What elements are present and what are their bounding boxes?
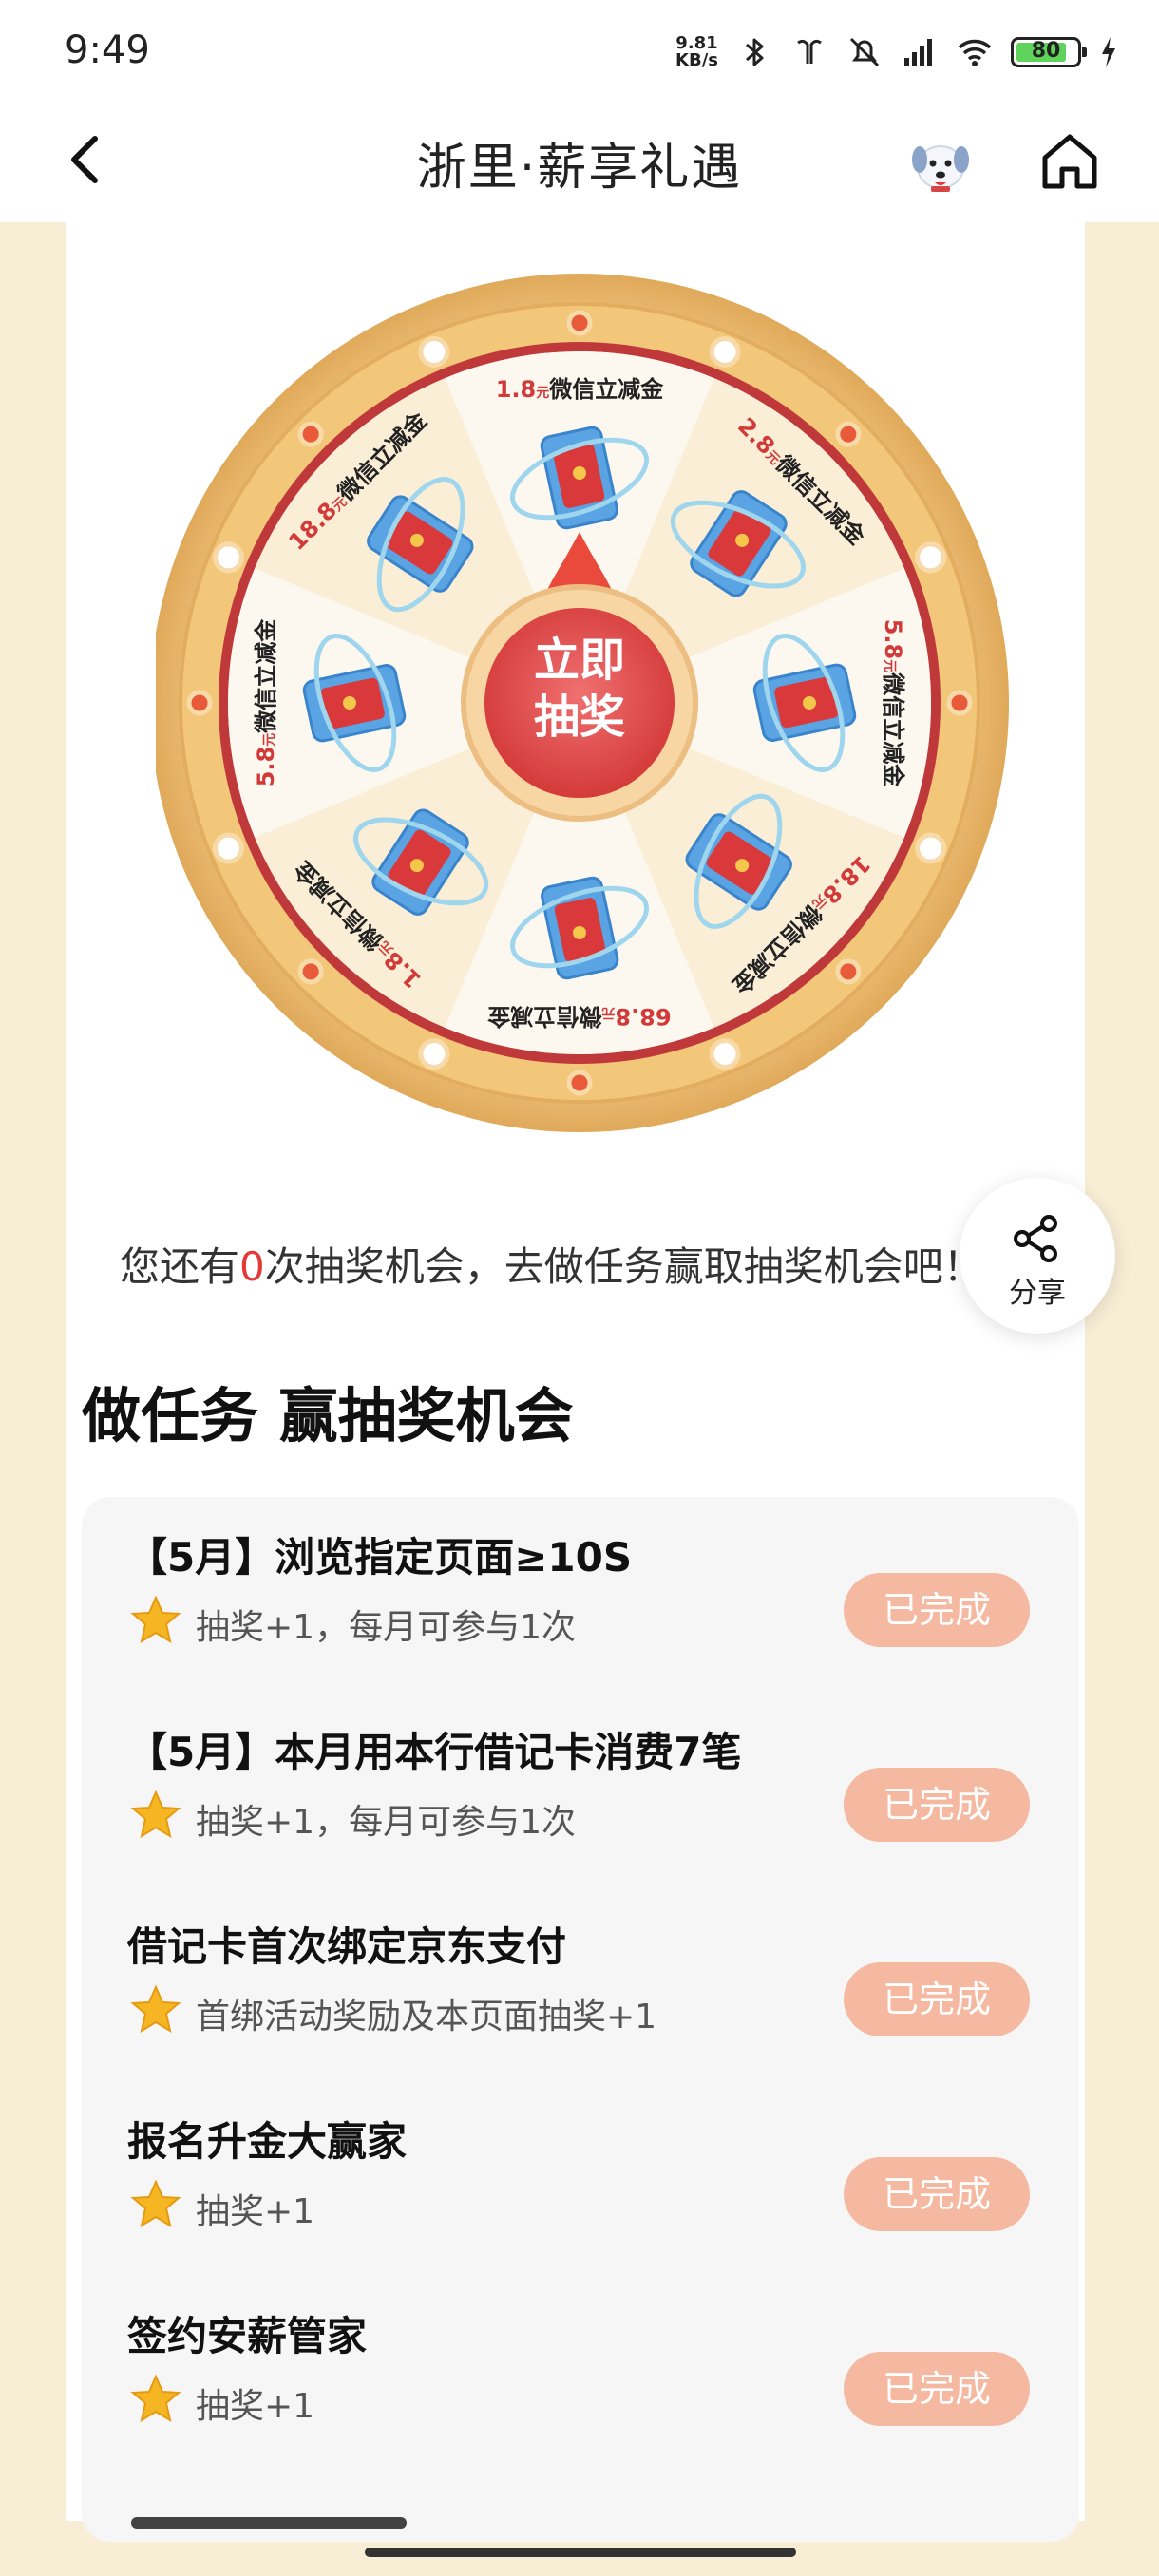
share-label: 分享 xyxy=(1009,1277,1066,1310)
star-icon xyxy=(130,1595,181,1644)
wheel-light xyxy=(297,958,324,985)
signal-icon xyxy=(904,39,932,66)
share-icon xyxy=(1014,1215,1057,1262)
wheel-prize-label: 5.8元微信立减金 xyxy=(253,618,279,787)
bluetooth-icon xyxy=(746,38,764,66)
cut-off-task-title xyxy=(131,2517,407,2529)
lucky-wheel: 1.8元微信立减金 2.8元微信立减金 5.8元微信立减金 18.8元微信立减金 68.… xyxy=(150,256,1011,1140)
status-icons: 9.81 KB/s 80 xyxy=(675,28,1119,76)
task-title: 报名升金大赢家 xyxy=(127,2118,408,2165)
wheel-light xyxy=(566,1070,593,1096)
wheel-prize-label: 5.8元微信立减金 xyxy=(880,619,906,788)
coin-icon xyxy=(343,696,356,710)
task-status-button[interactable]: 已完成 xyxy=(844,1962,1030,2036)
task-reward: 抽奖+1，每月可参与1次 xyxy=(196,1608,576,1647)
task-title: 【5月】本月用本行借记卡消费7笔 xyxy=(127,1729,742,1775)
tasks-section-title: 做任务 赢抽奖机会 xyxy=(82,1381,574,1450)
wheel-light xyxy=(212,832,244,864)
wheel-light xyxy=(212,541,244,574)
wheel-prize-label: 68.8元微信立减金 xyxy=(486,1003,671,1030)
task-list: 【5月】浏览指定页面≥10S 抽奖+1，每月可参与1次 已完成 【5月】本月用本行… xyxy=(82,1497,1079,2542)
task-reward: 首绑活动奖励及本页面抽奖+1 xyxy=(196,1998,657,2036)
task-status-button[interactable]: 已完成 xyxy=(844,2157,1030,2231)
wheel-light xyxy=(835,421,862,447)
wheel-light xyxy=(418,335,450,368)
wheel-light xyxy=(297,421,324,447)
task-item: 借记卡首次绑定京东支付 首绑活动奖励及本页面抽奖+1 已完成 xyxy=(82,1886,1079,2081)
coin-icon xyxy=(573,466,586,480)
wheel-light xyxy=(915,832,947,864)
mascot-dog-icon[interactable] xyxy=(902,125,978,201)
mute-bell-icon xyxy=(849,37,880,67)
wheel-light xyxy=(835,958,862,985)
earbuds-icon xyxy=(797,39,822,64)
task-title: 签约安薪管家 xyxy=(127,2313,368,2359)
task-title: 【5月】浏览指定页面≥10S xyxy=(127,1534,633,1581)
star-icon xyxy=(130,1790,181,1839)
share-button[interactable]: 分享 xyxy=(960,1178,1115,1334)
coin-icon xyxy=(803,696,816,710)
wheel-light xyxy=(915,541,947,574)
draw-chance-text: 您还有0次抽奖机会，去做任务赢取抽奖机会吧！ xyxy=(120,1243,983,1290)
wheel-prize-label: 1.8元微信立减金 xyxy=(496,376,665,403)
header: 浙里·薪享礼遇 xyxy=(0,104,1159,222)
task-reward: 抽奖+1，每月可参与1次 xyxy=(196,1803,576,1842)
coin-icon xyxy=(573,926,586,939)
task-item: 签约安薪管家 抽奖+1 已完成 xyxy=(82,2276,1079,2471)
wheel-light xyxy=(418,1038,450,1070)
charging-icon xyxy=(1102,37,1115,67)
task-title: 借记卡首次绑定京东支付 xyxy=(127,1923,567,1970)
star-icon xyxy=(130,2179,181,2228)
task-reward: 抽奖+1 xyxy=(196,2192,315,2231)
status-time: 9:49 xyxy=(65,28,150,72)
task-status-button[interactable]: 已完成 xyxy=(844,2352,1030,2426)
wheel-light xyxy=(709,1038,741,1070)
task-reward: 抽奖+1 xyxy=(196,2387,315,2426)
task-item: 【5月】本月用本行借记卡消费7笔 抽奖+1，每月可参与1次 已完成 xyxy=(82,1692,1079,1886)
wheel-light xyxy=(946,690,973,716)
draw-chance-count: 0 xyxy=(239,1243,265,1290)
star-icon xyxy=(130,2374,181,2423)
network-speed: 9.81 KB/s xyxy=(675,33,718,70)
task-item: 【5月】浏览指定页面≥10S 抽奖+1，每月可参与1次 已完成 xyxy=(82,1497,1079,1692)
wifi-icon xyxy=(958,39,992,66)
wheel-light xyxy=(566,310,593,336)
home-indicator[interactable] xyxy=(365,2548,796,2557)
home-icon[interactable] xyxy=(1036,127,1104,196)
page-title: 浙里·薪享礼遇 xyxy=(416,140,743,197)
wheel-light xyxy=(186,690,213,716)
task-item: 报名升金大赢家 抽奖+1 已完成 xyxy=(82,2081,1079,2276)
draw-button-label[interactable]: 立即 抽奖 xyxy=(484,632,674,746)
status-bar: 9:49 9.81 KB/s 80 xyxy=(0,0,1159,104)
star-icon xyxy=(130,1984,181,2034)
task-status-button[interactable]: 已完成 xyxy=(844,1573,1030,1647)
battery-icon: 80 xyxy=(1011,37,1087,67)
wheel-light xyxy=(709,335,741,368)
task-status-button[interactable]: 已完成 xyxy=(844,1768,1030,1842)
